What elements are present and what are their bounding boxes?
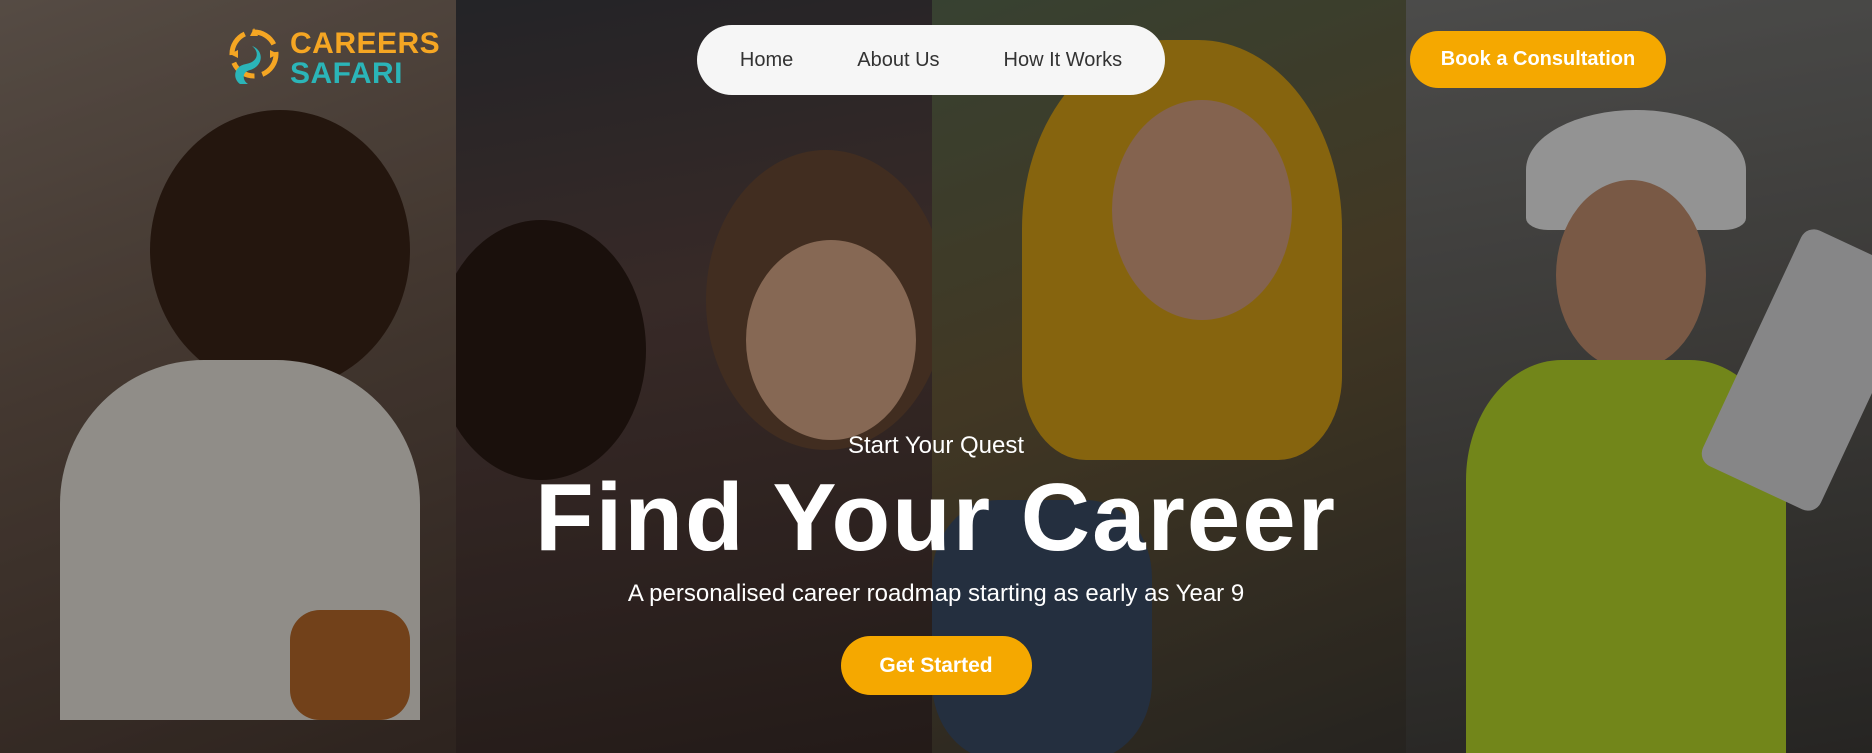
hero-content: Start Your Quest Find Your Career A pers…	[0, 432, 1872, 695]
logo-text-safari: SAFARI	[290, 57, 404, 90]
hero-headline: Find Your Career	[535, 464, 1337, 571]
nav-link-how-it-works[interactable]: How It Works	[1004, 49, 1123, 72]
compass-logo-icon	[229, 28, 279, 84]
site-logo[interactable]: CAREERS SAFARI	[220, 22, 440, 96]
get-started-button[interactable]: Get Started	[840, 636, 1032, 695]
hero-subheadline: A personalised career roadmap starting a…	[627, 580, 1245, 607]
logo-text-careers: CAREERS	[290, 27, 441, 60]
book-consultation-button[interactable]: Book a Consultation	[1410, 31, 1666, 88]
nav-link-about-us[interactable]: About Us	[857, 49, 939, 72]
nav-link-home[interactable]: Home	[740, 49, 793, 72]
main-navigation: Home About Us How It Works	[697, 25, 1165, 95]
hero-kicker: Start Your Quest	[847, 432, 1025, 459]
logo-wordmark: CAREERS SAFARI	[290, 29, 440, 89]
